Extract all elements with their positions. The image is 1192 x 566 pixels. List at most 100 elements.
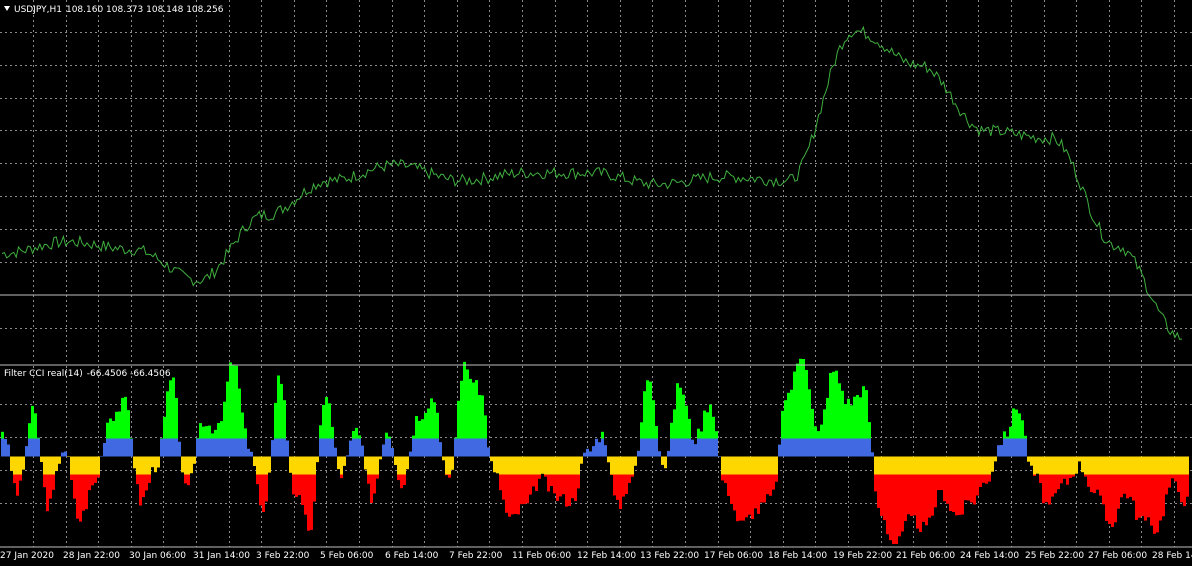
cci-bar-down [934,456,937,475]
cci-bar-up [1012,438,1015,457]
cci-bar-down [904,456,907,475]
cci-bar-strong-down [370,474,373,503]
cci-bar-strong-up [274,402,277,439]
cci-bar-strong-up [838,383,841,439]
cci-bar-down [1105,456,1108,475]
cci-bar-strong-up [217,423,220,439]
cci-bar-strong-down [1084,474,1087,477]
cci-bar-strong-down [292,474,295,495]
time-axis-label: 27 Feb 06:00 [1088,551,1148,561]
cci-bar-strong-down [739,474,742,521]
cci-bar-down [619,456,622,475]
cci-bar-strong-down [931,474,934,516]
cci-bar-strong-up [478,395,481,439]
cci-bar-down [58,456,61,464]
cci-bar-strong-down [298,474,301,496]
cci-bar-down [508,456,511,475]
cci-bar-strong-up [1009,426,1012,439]
cci-bar-up [832,438,835,457]
cci-bar-down [928,456,931,475]
cci-bar-down [76,456,79,475]
chart-canvas[interactable] [0,0,1192,566]
cci-bar-strong-up [679,387,682,439]
cci-bar-strong-down [373,474,376,494]
cci-bar-strong-up [172,377,175,439]
cci-bar-down [1186,456,1189,475]
cci-bar-down [529,456,532,475]
cci-bar-down [490,456,493,462]
collapse-triangle-icon[interactable] [4,6,10,11]
time-axis-label: 11 Feb 06:00 [512,551,572,561]
cci-bar-up [481,438,484,457]
cci-bar-up [274,438,277,457]
cci-bar-strong-down [508,474,511,517]
cci-bar-strong-down [499,474,502,491]
cci-bar-up [802,438,805,457]
cci-bar-strong-up [859,397,862,439]
cci-bar-strong-up [352,431,355,439]
cci-bar-up [124,438,127,457]
cci-bar-strong-up [817,431,820,439]
cci-bar-strong-up [700,431,703,439]
cci-bar-up [670,438,673,457]
cci-bar-strong-down [376,474,379,479]
cci-bar-down [181,456,184,473]
price-pane-header: USDJPY,H1 108.160 108.373 108.148 108.256 [4,5,227,16]
cci-bar-strong-up [424,412,427,439]
cci-bar-strong-down [511,474,514,515]
cci-bar-down [502,456,505,475]
cci-bar-down [1156,456,1159,475]
cci-bar-up [277,438,280,457]
cci-bar-strong-up [652,400,655,439]
cci-bar-up [604,445,607,457]
cci-bar-down [307,456,310,475]
cci-bar-strong-up [244,428,247,439]
indicator-name: Filter CCI real(14) [4,369,83,379]
time-axis-label: 21 Feb 06:00 [896,551,956,561]
cci-bar-strong-up [31,405,34,439]
cci-bar-strong-up [475,380,478,439]
cci-bar-up [862,438,865,457]
cci-bar-strong-down [535,474,538,491]
cci-bar-down [745,456,748,475]
cci-bar-strong-up [430,398,433,439]
cci-bar-up [436,438,439,457]
cci-bar-strong-down [766,474,769,495]
cci-bar-down [187,456,190,475]
cci-bar-down [1153,456,1156,475]
cci-bar-down [559,456,562,475]
cci-bar-up [34,438,37,457]
cci-bar-down [913,456,916,475]
cci-bar-down [403,456,406,475]
cci-bar-down [94,456,97,475]
cci-bar-strong-down [91,474,94,486]
cci-bar-up [694,444,697,457]
cci-bar-strong-down [625,474,628,494]
cci-bar-strong-down [631,474,634,477]
cci-bar-down [1180,456,1183,475]
cci-bar-up [37,438,40,457]
cci-bar-down [760,456,763,475]
cci-bar-strong-down [1090,474,1093,493]
cci-bar-down [448,456,451,475]
cci-bar-strong-down [1147,474,1150,518]
cci-bar-down [505,456,508,475]
cci-bar-up [130,438,133,457]
cci-bar-strong-down [1111,474,1114,527]
cci-bar-strong-down [187,474,190,486]
cci-bar-up [163,438,166,457]
cci-bar-strong-up [670,422,673,439]
cci-bar-strong-down [916,474,919,529]
cci-bar-strong-down [397,474,400,481]
cci-bar-down [1078,456,1081,462]
cci-bar-down [499,456,502,475]
cci-bar-strong-up [697,428,700,439]
cci-bar-strong-down [988,474,991,482]
cci-bar-strong-up [850,405,853,439]
cci-bar-strong-down [13,474,16,484]
cci-bar-strong-up [277,375,280,439]
cci-bar-strong-down [610,474,613,475]
cci-bar-down [973,456,976,475]
cci-bar-down [733,456,736,475]
cci-bar-down [532,456,535,475]
